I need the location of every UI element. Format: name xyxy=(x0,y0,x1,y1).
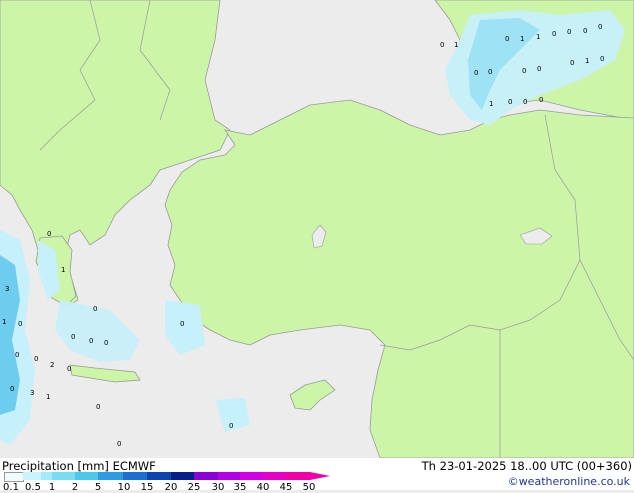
legend-tick: 20 xyxy=(164,482,178,493)
legend-tick: 2 xyxy=(71,482,79,493)
legend-swatch xyxy=(171,472,194,480)
precip-value-label: 0 xyxy=(93,305,97,313)
precip-value-label: 0 xyxy=(47,230,51,238)
legend-tick: 10 xyxy=(117,482,131,493)
precip-value-label: 1 xyxy=(61,266,65,274)
precip-value-label: 0 xyxy=(71,333,75,341)
precip-value-label: 0 xyxy=(505,35,509,43)
precip-value-label: 0 xyxy=(89,337,93,345)
legend-tick: 5 xyxy=(94,482,102,493)
precip-value-label: 1 xyxy=(2,318,6,326)
legend-swatch xyxy=(75,472,98,480)
precip-value-label: 0 xyxy=(567,28,571,36)
precip-value-label: 0 xyxy=(583,27,587,35)
precip-value-label: 3 xyxy=(30,389,34,397)
precip-value-label: 3 xyxy=(5,285,9,293)
precip-value-label: 0 xyxy=(104,339,108,347)
legend-swatch xyxy=(218,472,240,480)
precip-value-label: 0 xyxy=(598,23,602,31)
legend-tick: 45 xyxy=(279,482,293,493)
precip-value-label: 0 xyxy=(67,365,71,373)
precip-value-label: 0 xyxy=(523,98,527,106)
precip-value-label: 0 xyxy=(522,67,526,75)
legend-tick: 0.1 xyxy=(3,482,19,493)
precip-value-label: 1 xyxy=(536,33,540,41)
legend-swatch xyxy=(263,472,286,480)
precip-value-label: 0 xyxy=(180,320,184,328)
precip-value-label: 0 xyxy=(34,355,38,363)
precip-value-label: 0 xyxy=(229,422,233,430)
legend-tick: 15 xyxy=(140,482,154,493)
forecast-datetime: Th 23-01-2025 18..00 UTC (00+360) xyxy=(421,459,632,473)
legend-arrow xyxy=(310,472,330,480)
legend-tick: 50 xyxy=(302,482,316,493)
legend-swatch xyxy=(194,472,218,480)
precip-value-label: 1 xyxy=(520,35,524,43)
precip-value-label: 0 xyxy=(15,351,19,359)
precip-value-label: 0 xyxy=(440,41,444,49)
legend-swatch xyxy=(52,472,75,480)
precipitation-map: 0 1 0 1 1 0 0 0 0 1 0 0 0 0 0 1 0 0 0 0 … xyxy=(0,0,634,458)
legend-swatch xyxy=(23,472,41,480)
precip-value-label: 0 xyxy=(18,320,22,328)
precip-value-label: 0 xyxy=(488,68,492,76)
precip-value-label: 2 xyxy=(50,361,54,369)
legend-swatch xyxy=(240,472,263,480)
precip-value-label: 0 xyxy=(10,385,14,393)
legend-tick: 25 xyxy=(187,482,201,493)
legend-tick: 35 xyxy=(233,482,247,493)
legend-swatch xyxy=(41,472,52,480)
legend-swatch xyxy=(147,472,171,480)
legend-swatch xyxy=(286,472,310,480)
credit-text: ©weatheronline.co.uk xyxy=(507,475,630,488)
map-title: Precipitation [mm] ECMWF xyxy=(2,459,156,473)
precip-value-label: 0 xyxy=(537,65,541,73)
legend-swatch xyxy=(123,472,147,480)
precip-value-label: 0 xyxy=(600,55,604,63)
precip-value-label: 0 xyxy=(117,440,121,448)
precip-value-label: 0 xyxy=(96,403,100,411)
precip-value-label: 0 xyxy=(570,59,574,67)
legend-tick: 40 xyxy=(256,482,270,493)
precip-value-label: 0 xyxy=(539,96,543,104)
legend-swatch xyxy=(98,472,123,480)
precip-value-label: 0 xyxy=(474,69,478,77)
legend-swatch xyxy=(4,472,24,482)
legend-tick: 1 xyxy=(48,482,56,493)
precip-value-label: 1 xyxy=(489,100,493,108)
precip-value-label: 0 xyxy=(552,30,556,38)
precip-value-label: 1 xyxy=(585,57,589,65)
precip-value-label: 0 xyxy=(508,98,512,106)
precip-value-label: 1 xyxy=(454,41,458,49)
legend-tick: 30 xyxy=(211,482,225,493)
precip-value-label: 1 xyxy=(46,393,50,401)
legend-tick: 0.5 xyxy=(25,482,41,493)
